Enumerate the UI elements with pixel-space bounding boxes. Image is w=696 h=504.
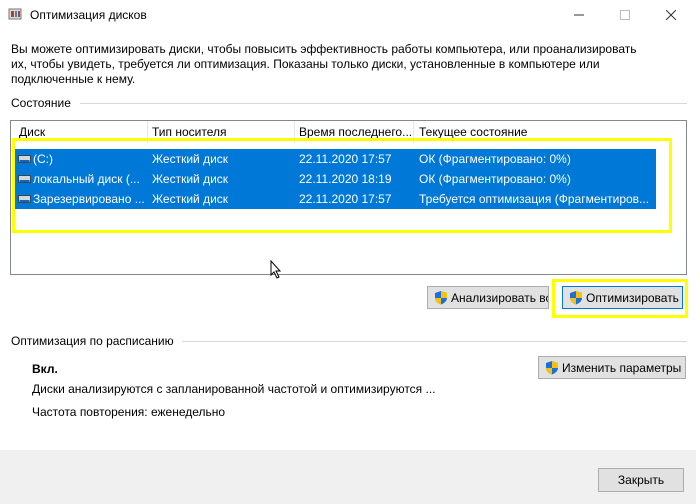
column-separator [147, 121, 148, 143]
uac-shield-icon [435, 291, 447, 305]
media-type: Жесткий диск [152, 172, 229, 186]
schedule-state: Вкл. [32, 362, 58, 376]
change-settings-button[interactable]: Изменить параметры [538, 356, 686, 379]
table-row[interactable]: локальный диск (... Жесткий диск 22.11.2… [12, 169, 656, 189]
status-section-label: Состояние [11, 96, 71, 110]
optimize-all-label: Оптимизировать все [586, 290, 682, 305]
schedule-divider [182, 341, 687, 342]
hard-drive-icon [18, 195, 31, 203]
last-run: 22.11.2020 17:57 [299, 192, 392, 206]
column-header-drive[interactable]: Диск [19, 125, 149, 139]
maximize-button[interactable] [602, 0, 648, 30]
column-header-media[interactable]: Тип носителя [152, 125, 292, 139]
close-button[interactable]: Закрыть [598, 468, 684, 492]
change-settings-label: Изменить параметры [562, 360, 682, 375]
analyze-all-label: Анализировать все [451, 290, 549, 305]
drive-name: Зарезервировано ... [33, 192, 145, 206]
optimize-all-button[interactable]: Оптимизировать все [562, 286, 683, 309]
drive-name: локальный диск (... [33, 172, 140, 186]
uac-shield-icon [546, 361, 558, 375]
close-icon [666, 10, 676, 20]
current-state: Требуется оптимизация (Фрагментиров... [419, 192, 650, 206]
column-header-last-run[interactable]: Время последнего... [299, 125, 413, 139]
current-state: ОК (Фрагментировано: 0%) [419, 172, 571, 186]
current-state: ОК (Фрагментировано: 0%) [419, 152, 571, 166]
table-row[interactable]: Зарезервировано ... Жесткий диск 22.11.2… [12, 189, 656, 209]
schedule-description: Диски анализируются с запланированной ча… [32, 382, 436, 396]
schedule-frequency: Частота повторения: еженедельно [32, 405, 226, 419]
hard-drive-icon [18, 155, 31, 163]
drives-list[interactable]: Диск Тип носителя Время последнего... Те… [10, 120, 687, 275]
title-bar: Оптимизация дисков [0, 0, 696, 30]
minimize-button[interactable] [556, 0, 602, 30]
intro-text: Вы можете оптимизировать диски, чтобы по… [11, 42, 637, 86]
minimize-icon [574, 14, 584, 16]
maximize-icon [620, 10, 630, 20]
window-title: Оптимизация дисков [30, 8, 147, 22]
hard-drive-icon [18, 175, 31, 183]
media-type: Жесткий диск [152, 152, 229, 166]
footer-bar [0, 450, 696, 504]
column-separator [294, 121, 295, 143]
schedule-section-label: Оптимизация по расписанию [11, 334, 174, 348]
media-type: Жесткий диск [152, 192, 229, 206]
analyze-all-button[interactable]: Анализировать все [427, 286, 549, 309]
table-row[interactable]: (C:) Жесткий диск 22.11.2020 17:57 ОК (Ф… [12, 149, 656, 169]
column-header-state[interactable]: Текущее состояние [419, 125, 649, 139]
mouse-cursor-icon [270, 260, 282, 279]
uac-shield-icon [570, 291, 582, 305]
status-divider [80, 103, 687, 104]
list-header: Диск Тип носителя Время последнего... Те… [11, 121, 686, 143]
defrag-app-icon [8, 8, 22, 20]
close-window-button[interactable] [648, 0, 694, 30]
drive-name: (C:) [33, 152, 53, 166]
last-run: 22.11.2020 18:19 [299, 172, 392, 186]
last-run: 22.11.2020 17:57 [299, 152, 392, 166]
column-separator [413, 121, 414, 143]
